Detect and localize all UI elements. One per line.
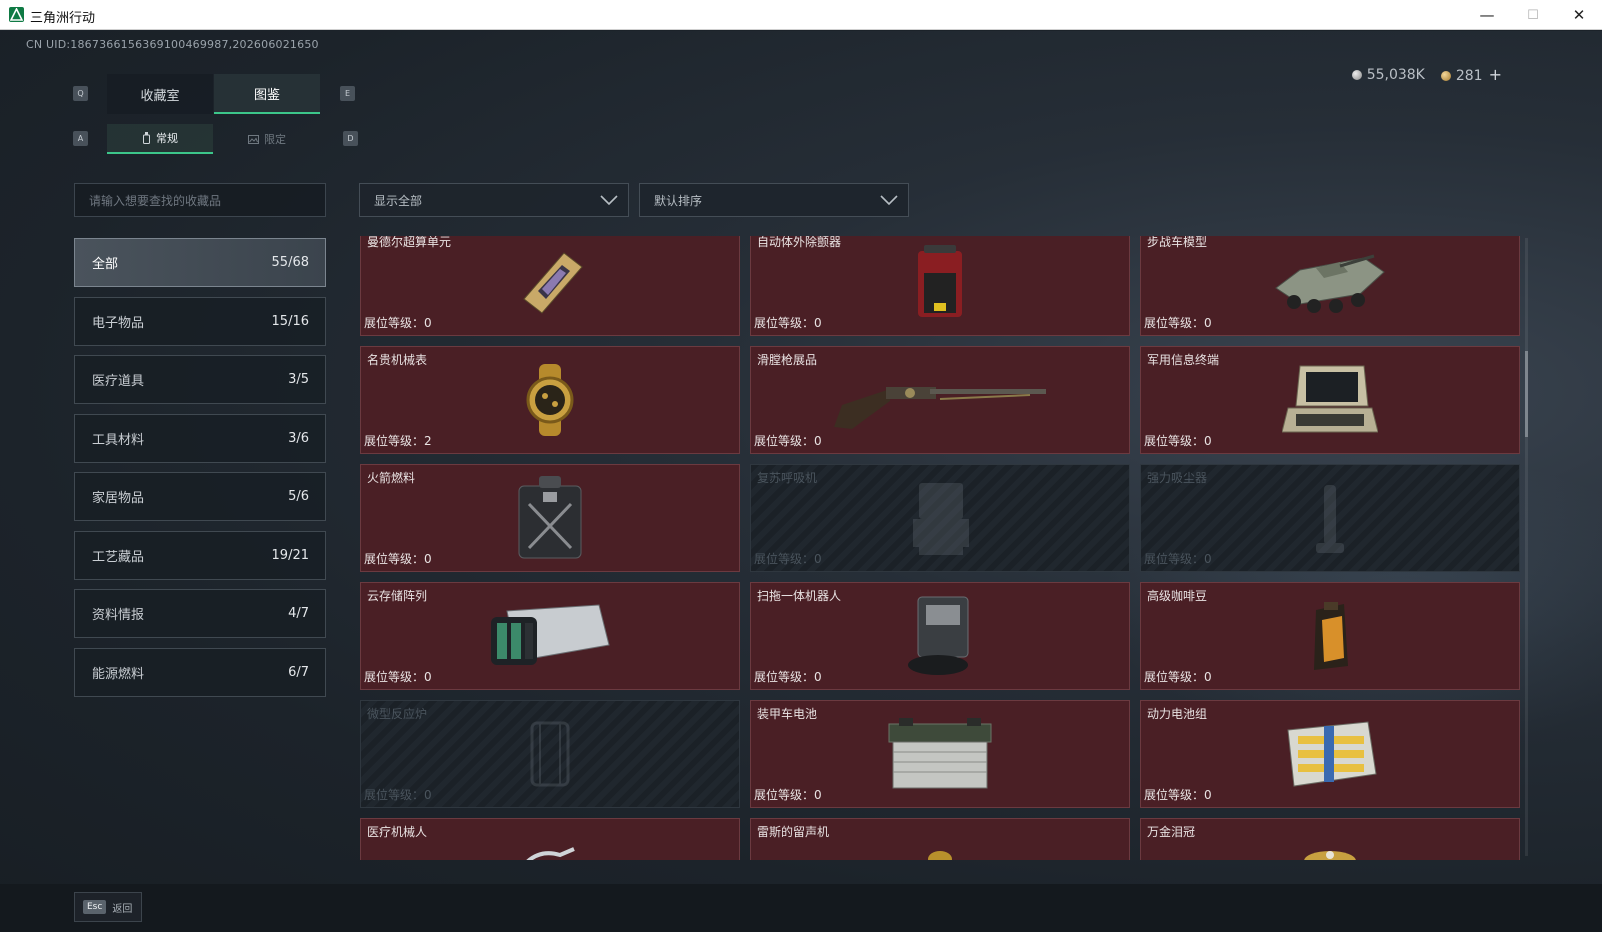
display-level: 展位等级：0 bbox=[1144, 434, 1212, 448]
collectible-grid: 曼德尔超算单元 展位等级：0 自动体外除颤器 展位等级：0 步战车模型 展位等级… bbox=[360, 236, 1520, 860]
search-input[interactable]: 请输入想要查找的收藏品 bbox=[74, 183, 326, 217]
category-electronics[interactable]: 电子物品 15/16 bbox=[74, 297, 326, 346]
fuel-can-icon bbox=[518, 476, 582, 559]
filter-dropdown[interactable]: 显示全部 bbox=[359, 183, 629, 217]
tab-collection-room[interactable]: 收藏室 bbox=[107, 74, 213, 114]
item-card[interactable]: 火箭燃料 展位等级：0 bbox=[360, 464, 740, 572]
musket-icon bbox=[834, 387, 1046, 429]
bottom-bar bbox=[0, 884, 1602, 932]
ifv-model-icon bbox=[1275, 254, 1385, 313]
category-intel[interactable]: 资料情报 4/7 bbox=[74, 589, 326, 638]
item-card[interactable]: 动力电池组 展位等级：0 bbox=[1140, 700, 1520, 808]
back-button[interactable]: Esc 返回 bbox=[74, 892, 142, 922]
image-icon bbox=[248, 134, 259, 144]
app-logo-icon bbox=[9, 7, 24, 22]
gold-currency: 281 + bbox=[1440, 65, 1502, 84]
display-level: 展位等级：0 bbox=[754, 434, 822, 448]
display-level: 展位等级：0 bbox=[754, 552, 822, 566]
item-card[interactable]: 云存储阵列 展位等级：0 bbox=[360, 582, 740, 690]
power-battery-pack-icon bbox=[1287, 721, 1377, 787]
item-card[interactable]: 医疗机械人 bbox=[360, 818, 740, 860]
display-level: 展位等级：0 bbox=[1144, 788, 1212, 802]
category-energy[interactable]: 能源燃料 6/7 bbox=[74, 648, 326, 697]
category-all[interactable]: 全部 55/68 bbox=[74, 238, 326, 287]
minimize-button[interactable]: — bbox=[1464, 0, 1510, 30]
category-household[interactable]: 家居物品 5/6 bbox=[74, 472, 326, 521]
display-level: 展位等级：0 bbox=[1144, 670, 1212, 684]
item-card[interactable]: 军用信息终端 展位等级：0 bbox=[1140, 346, 1520, 454]
item-card[interactable]: 万金泪冠 bbox=[1140, 818, 1520, 860]
category-crafts[interactable]: 工艺藏品 19/21 bbox=[74, 531, 326, 580]
defibrillator-icon bbox=[918, 245, 962, 317]
key-hint-a: A bbox=[73, 131, 88, 146]
esc-key-hint: Esc bbox=[83, 900, 107, 914]
item-card-locked[interactable]: 强力吸尘器 展位等级：0 bbox=[1140, 464, 1520, 572]
key-hint-q: Q bbox=[73, 86, 88, 101]
back-label: 返回 bbox=[112, 903, 133, 915]
item-card-locked[interactable]: 微型反应炉 展位等级：0 bbox=[360, 700, 740, 808]
micro-reactor-icon bbox=[530, 721, 570, 787]
military-terminal-icon bbox=[1282, 365, 1378, 433]
display-level: 展位等级：0 bbox=[364, 670, 432, 684]
ventilator-icon bbox=[913, 483, 969, 555]
window-title: 三角洲行动 bbox=[30, 11, 96, 26]
maximize-button[interactable]: ☐ bbox=[1510, 0, 1556, 30]
user-uid: CN UID:1867366156369100469987,2026060216… bbox=[26, 38, 319, 51]
display-level: 展位等级：2 bbox=[364, 434, 432, 448]
vacuum-cleaner-icon bbox=[1316, 485, 1344, 553]
grid-scrollbar-thumb[interactable] bbox=[1525, 351, 1528, 437]
item-card[interactable]: 高级咖啡豆 展位等级：0 bbox=[1140, 582, 1520, 690]
key-hint-d: D bbox=[343, 131, 358, 146]
robot-mop-icon bbox=[908, 596, 969, 675]
coffee-bag-icon bbox=[1314, 602, 1348, 670]
tab-catalog[interactable]: 图鉴 bbox=[214, 74, 320, 114]
silver-coin-icon bbox=[1351, 69, 1362, 80]
close-button[interactable]: ✕ bbox=[1556, 0, 1602, 30]
category-medical[interactable]: 医疗道具 3/5 bbox=[74, 355, 326, 404]
medical-robot-icon bbox=[526, 847, 575, 860]
sort-dropdown[interactable]: 默认排序 bbox=[639, 183, 909, 217]
display-level: 展位等级：0 bbox=[364, 316, 432, 330]
chevron-down-icon bbox=[600, 195, 618, 206]
display-level: 展位等级：0 bbox=[754, 788, 822, 802]
currency-bar: 55,038K 281 + bbox=[1351, 65, 1502, 84]
bottle-icon bbox=[143, 132, 150, 144]
item-card[interactable]: 步战车模型 展位等级：0 bbox=[1140, 236, 1520, 336]
item-card[interactable]: 自动体外除颤器 展位等级：0 bbox=[750, 236, 1130, 336]
subtab-regular[interactable]: 常规 bbox=[107, 124, 213, 154]
display-level: 展位等级：0 bbox=[364, 788, 432, 802]
item-card[interactable]: 装甲车电池 展位等级：0 bbox=[750, 700, 1130, 808]
display-level: 展位等级：0 bbox=[754, 316, 822, 330]
item-card-locked[interactable]: 复苏呼吸机 展位等级：0 bbox=[750, 464, 1130, 572]
silver-currency: 55,038K bbox=[1351, 67, 1425, 83]
key-hint-e: E bbox=[340, 86, 355, 101]
subtab-limited[interactable]: 限定 bbox=[214, 124, 320, 154]
storage-array-icon bbox=[491, 604, 610, 665]
supercomputer-chip-icon bbox=[523, 252, 583, 314]
item-card[interactable]: 名贵机械表 展位等级：2 bbox=[360, 346, 740, 454]
armored-battery-icon bbox=[888, 718, 992, 789]
item-card[interactable]: 雷斯的留声机 bbox=[750, 818, 1130, 860]
item-card[interactable]: 扫拖一体机器人 展位等级：0 bbox=[750, 582, 1130, 690]
item-card[interactable]: 曼德尔超算单元 展位等级：0 bbox=[360, 236, 740, 336]
display-level: 展位等级：0 bbox=[754, 670, 822, 684]
chevron-down-icon bbox=[880, 195, 898, 206]
jeweled-crown-icon bbox=[1304, 851, 1356, 860]
grid-scrollbar[interactable] bbox=[1525, 238, 1528, 856]
gold-coin-icon bbox=[1440, 71, 1451, 81]
window-titlebar: 三角洲行动 — ☐ ✕ bbox=[0, 0, 1602, 30]
gramophone-icon bbox=[928, 851, 952, 860]
game-viewport: CN UID:1867366156369100469987,2026060216… bbox=[0, 31, 1602, 932]
gold-watch-icon bbox=[526, 364, 574, 436]
display-level: 展位等级：0 bbox=[1144, 552, 1212, 566]
add-currency-button[interactable]: + bbox=[1489, 65, 1502, 84]
display-level: 展位等级：0 bbox=[1144, 316, 1212, 330]
category-tools[interactable]: 工具材料 3/6 bbox=[74, 414, 326, 463]
item-card[interactable]: 滑膛枪展品 展位等级：0 bbox=[750, 346, 1130, 454]
display-level: 展位等级：0 bbox=[364, 552, 432, 566]
